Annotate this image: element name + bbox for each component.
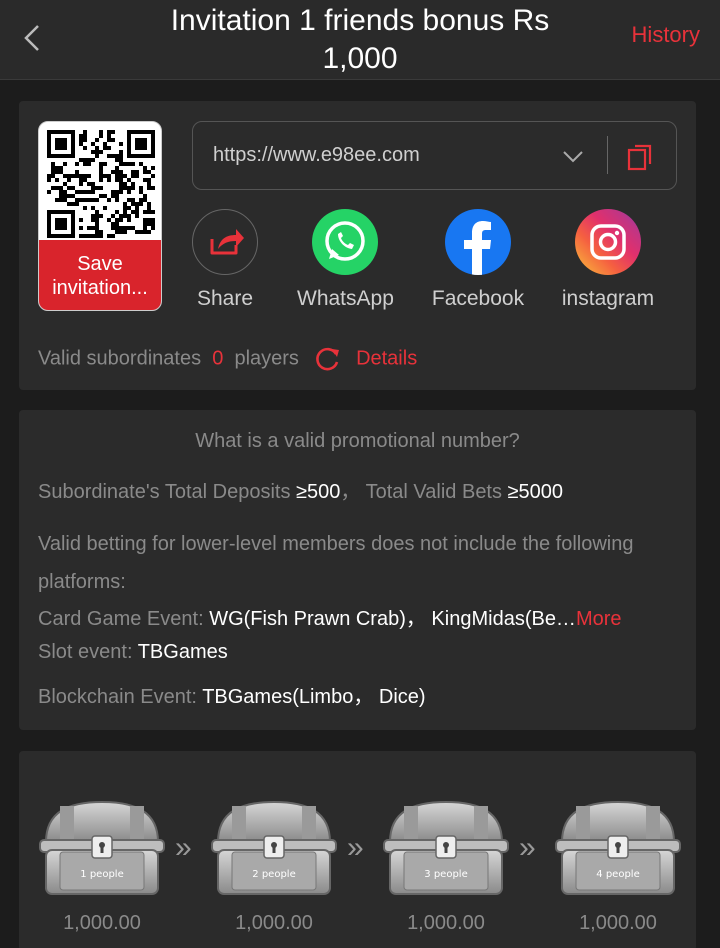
instagram-icon (575, 209, 641, 275)
reward-chest[interactable]: 1 people 1,000.00 (38, 798, 166, 935)
chest-amount: 1,000.00 (407, 912, 485, 934)
exclusion-note: Valid betting for lower-level members do… (38, 525, 678, 601)
slot-event-label: Slot event: (38, 641, 133, 663)
details-link[interactable]: Details (356, 347, 417, 369)
back-arrow-icon[interactable] (18, 22, 46, 54)
chest-people-label: 3 people (424, 869, 467, 880)
blockchain-event-row: Blockchain Event: TBGames(Limbo， Dice) (38, 680, 426, 709)
save-invitation-button[interactable]: Save invitation... (39, 240, 161, 310)
requirements-separator: ， (340, 481, 361, 503)
requirements-line: Subordinate's Total Deposits ≥500， Total… (38, 475, 563, 504)
copy-icon[interactable] (626, 142, 654, 172)
refresh-icon[interactable] (315, 346, 341, 372)
instagram-button[interactable]: instagram (558, 209, 658, 311)
whatsapp-icon (312, 209, 378, 275)
whatsapp-button[interactable]: WhatsApp (297, 209, 394, 311)
bets-value: ≥5000 (507, 481, 564, 503)
valid-subordinates-unit: players (234, 347, 299, 370)
reward-chest[interactable]: 4 people 1,000.00 (554, 798, 682, 935)
slot-event-row: Slot event: TBGames (38, 641, 228, 664)
chest-people-label: 2 people (252, 869, 295, 880)
valid-subordinates-label: Valid subordinates (38, 347, 202, 370)
blockchain-event-label: Blockchain Event: (38, 686, 197, 708)
qr-code-card[interactable]: Save invitation... (38, 121, 162, 311)
valid-subordinates-count: 0 (212, 347, 224, 370)
invite-card: Save invitation... https://www.e98ee.com… (19, 101, 696, 390)
deposits-label: Subordinate's Total Deposits (38, 481, 291, 503)
double-chevron-right-icon: » (347, 831, 364, 864)
bets-label: Total Valid Bets (365, 481, 502, 503)
exclusion-note-text-2: platforms: (38, 571, 126, 593)
exclusion-note-text: Valid betting for lower-level members do… (38, 533, 634, 555)
chest-amount: 1,000.00 (235, 912, 313, 934)
valid-subordinates-row: Valid subordinates 0 players Details (38, 346, 417, 372)
chest-people-label: 1 people (80, 869, 123, 880)
slot-event-value: TBGames (137, 641, 228, 663)
chest-people-label: 4 people (596, 869, 639, 880)
share-icon (192, 209, 258, 275)
chest-amount: 1,000.00 (579, 912, 657, 934)
facebook-label: Facebook (431, 287, 525, 310)
promo-question: What is a valid promotional number? (195, 430, 520, 452)
whatsapp-label: WhatsApp (297, 287, 394, 310)
qr-code-icon (47, 130, 155, 238)
card-game-label: Card Game Event: (38, 608, 204, 630)
reward-chest[interactable]: 3 people 1,000.00 (382, 798, 510, 935)
facebook-icon (445, 209, 511, 275)
card-game-value: WG(Fish Prawn Crab)， KingMidas(Be… (209, 608, 576, 630)
history-button[interactable]: History (632, 22, 700, 48)
deposits-value: ≥500 (296, 481, 341, 503)
more-link[interactable]: More (576, 608, 622, 630)
share-label: Share (196, 287, 254, 310)
double-chevron-right-icon: » (519, 831, 536, 864)
title-line-1: Invitation 1 friends bonus Rs (170, 4, 550, 37)
card-game-row: Card Game Event: WG(Fish Prawn Crab)， Ki… (38, 602, 678, 631)
page-title: Invitation 1 friends bonus Rs 1,000 (140, 2, 580, 78)
blockchain-event-value: TBGames(Limbo， Dice) (202, 686, 426, 708)
treasure-chest-icon: 2 people (211, 800, 337, 895)
promo-info-card: What is a valid promotional number? Subo… (19, 410, 696, 730)
invite-url-text: https://www.e98ee.com (213, 144, 420, 166)
invite-url-field[interactable]: https://www.e98ee.com (192, 121, 677, 190)
chevron-down-icon[interactable] (561, 146, 585, 166)
facebook-button[interactable]: Facebook (430, 209, 526, 311)
double-chevron-right-icon: » (175, 831, 192, 864)
instagram-label: instagram (561, 287, 655, 310)
chest-amount: 1,000.00 (63, 912, 141, 934)
divider (607, 136, 608, 174)
treasure-chest-icon: 3 people (383, 800, 509, 895)
title-line-2: 1,000 (322, 42, 398, 75)
treasure-chest-icon: 1 people (39, 800, 165, 895)
reward-chest[interactable]: 2 people 1,000.00 (210, 798, 338, 935)
share-button[interactable]: Share (192, 209, 258, 311)
treasure-chest-icon: 4 people (555, 800, 681, 895)
header: Invitation 1 friends bonus Rs 1,000 Hist… (0, 0, 720, 80)
reward-chests-card: 1 people 1,000.00 » 2 people 1,000.00 » (19, 751, 696, 948)
